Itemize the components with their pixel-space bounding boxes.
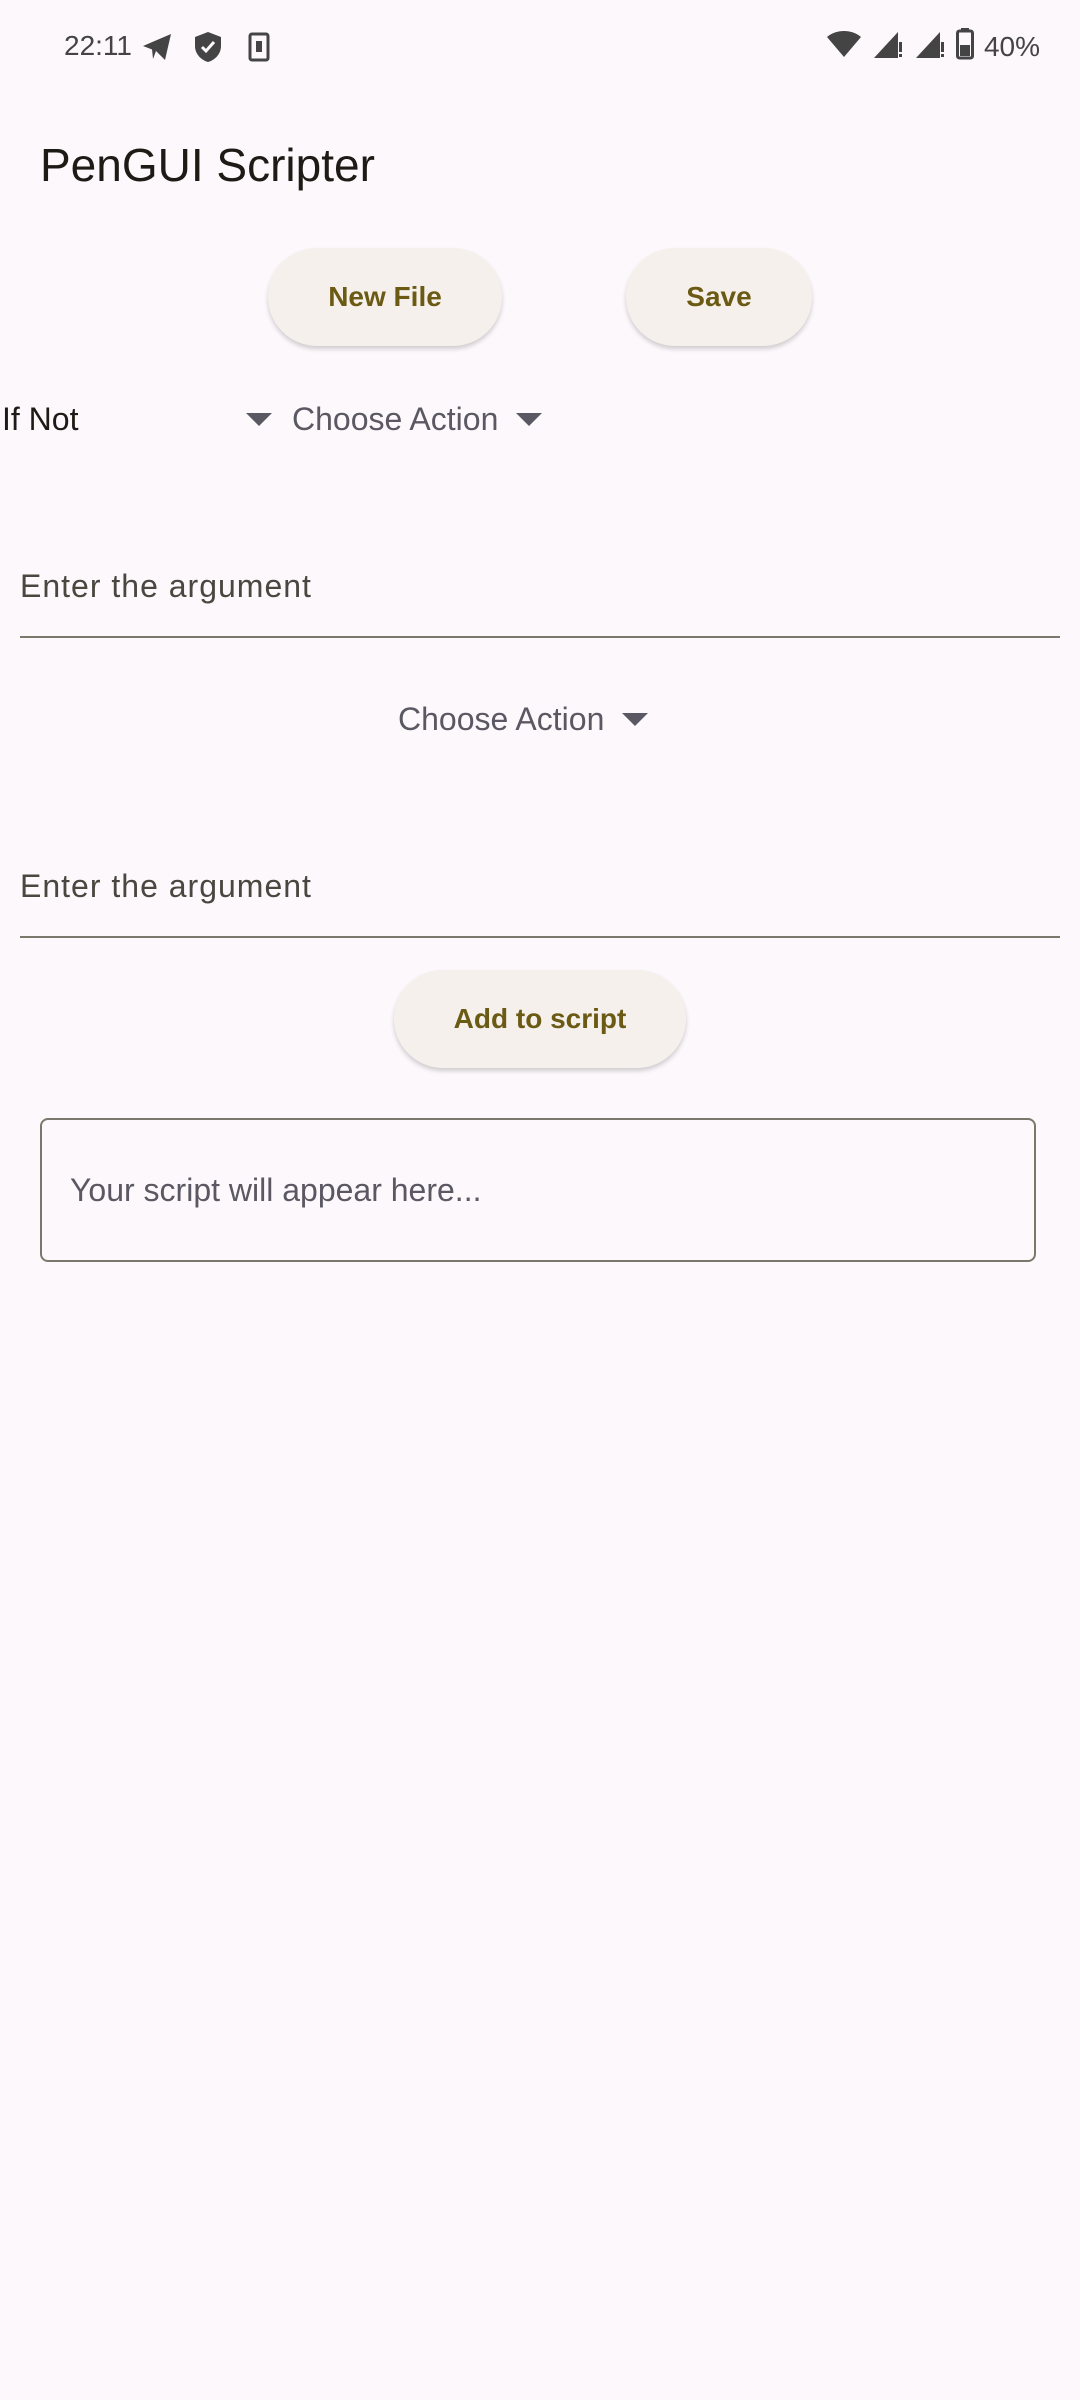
script-output-placeholder: Your script will appear here... (70, 1171, 482, 1208)
telegram-icon (140, 30, 174, 64)
second-action-dropdown[interactable]: Choose Action (398, 696, 649, 742)
status-bar: 22:11 40% (0, 0, 1080, 100)
page-title: PenGUI Scripter (40, 139, 375, 191)
signal-icon (872, 28, 904, 65)
script-output-box[interactable]: Your script will appear here... (40, 1118, 1036, 1262)
second-argument-input[interactable] (20, 836, 1060, 938)
first-action-dropdown[interactable]: Choose Action (292, 396, 543, 442)
battery-icon (955, 28, 974, 65)
screenshot-icon (242, 30, 276, 64)
chevron-down-icon (246, 412, 272, 426)
signal-icon (914, 28, 946, 65)
wifi-icon (826, 29, 862, 64)
chevron-down-icon (516, 412, 543, 426)
add-to-script-button[interactable]: Add to script (394, 970, 686, 1068)
battery-percent: 40% (983, 30, 1040, 62)
shield-check-icon (191, 30, 225, 64)
chevron-down-icon (622, 712, 649, 726)
new-file-button[interactable]: New File (268, 248, 502, 346)
status-right-group: 40% (826, 28, 1040, 65)
second-action-label: Choose Action (398, 700, 605, 737)
save-button[interactable]: Save (626, 248, 812, 346)
condition-value: If Not (2, 400, 79, 437)
first-argument-input[interactable] (20, 536, 1060, 638)
condition-dropdown[interactable]: If Not (2, 396, 274, 442)
first-action-label: Choose Action (292, 400, 499, 437)
status-time: 22:11 (64, 30, 132, 61)
